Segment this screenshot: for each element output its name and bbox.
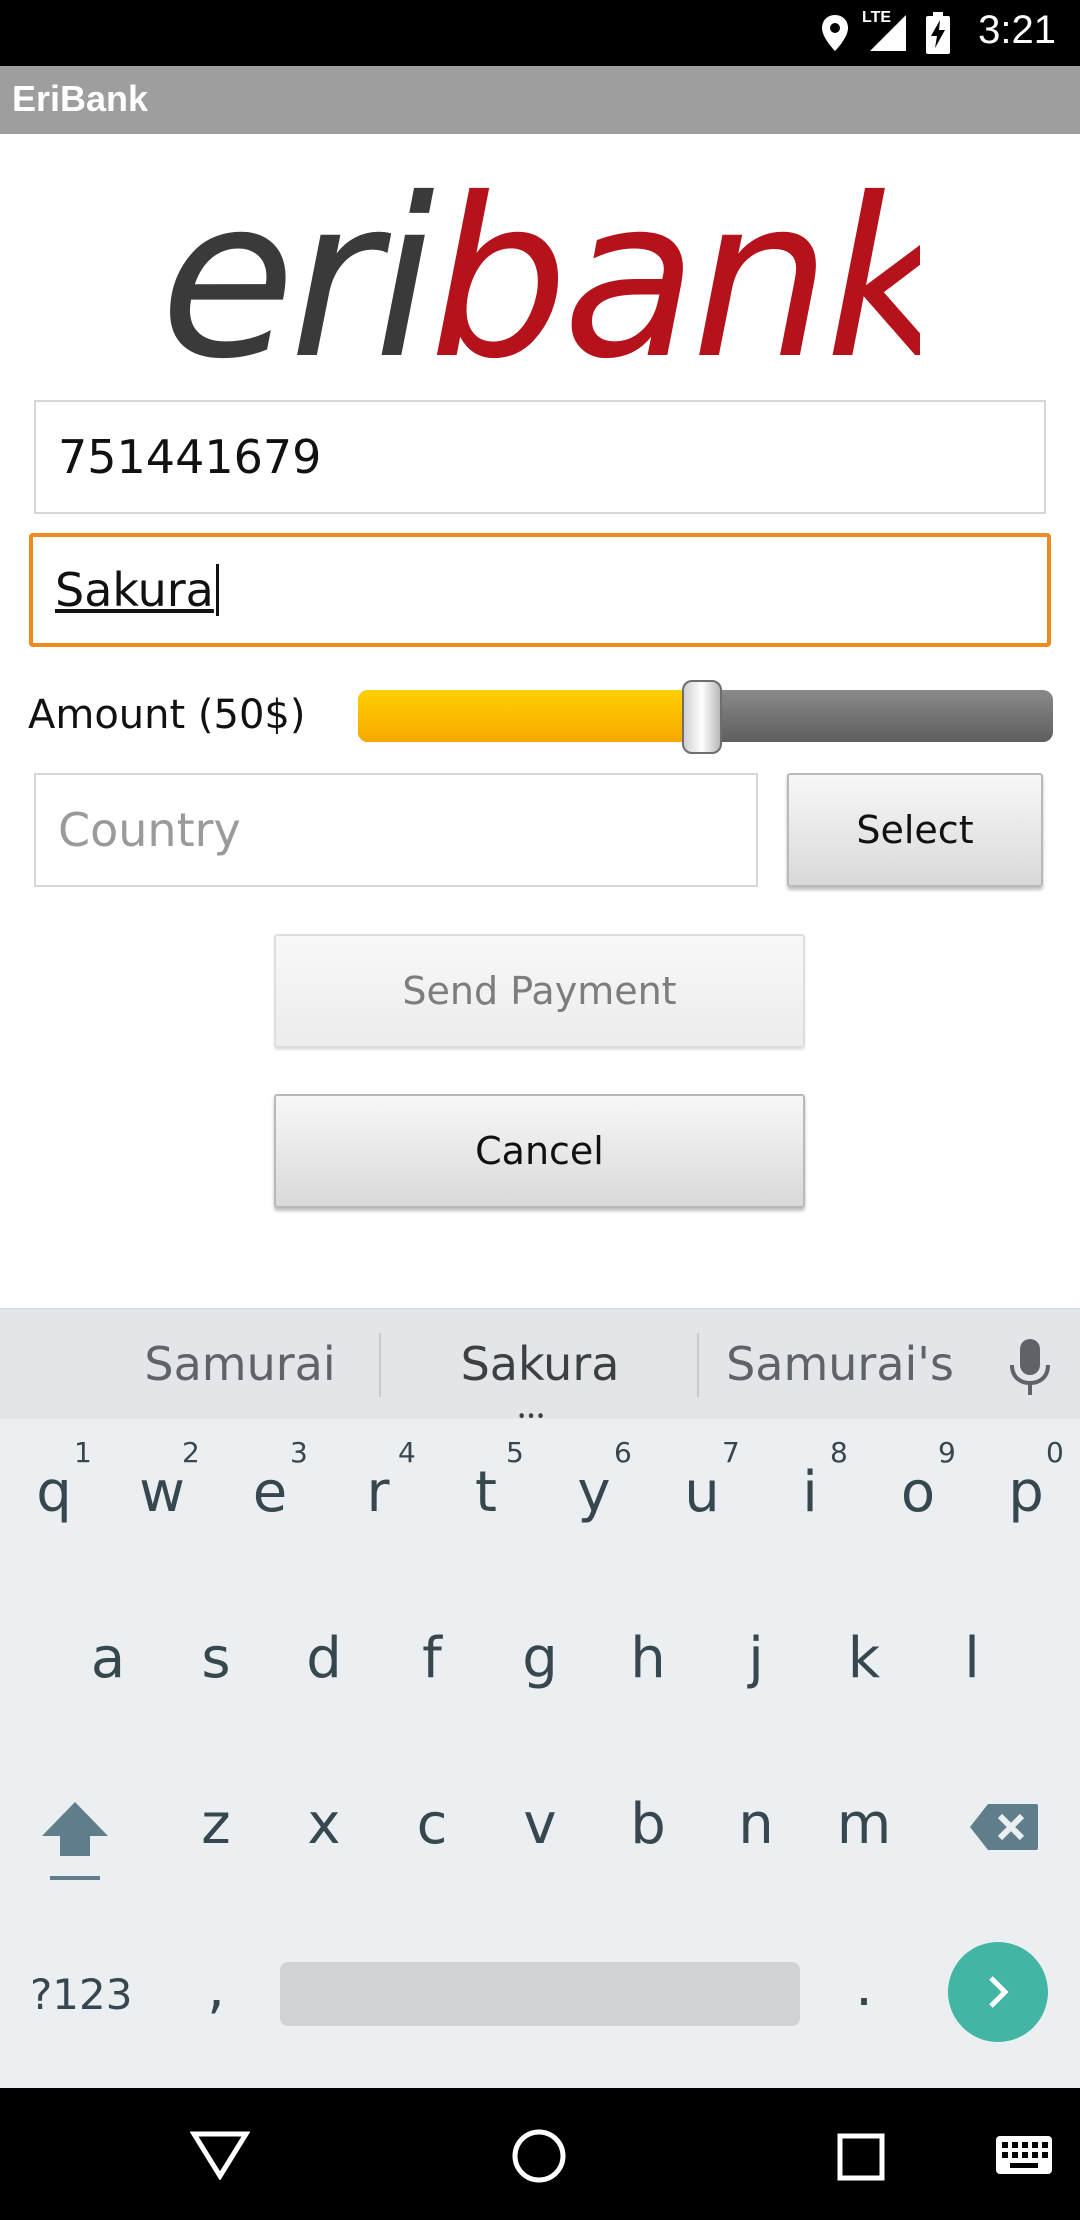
shift-icon[interactable] xyxy=(40,1798,110,1888)
phone-input-value: 751441679 xyxy=(58,430,322,484)
key-n[interactable]: n xyxy=(702,1792,810,1857)
slider-fill xyxy=(358,690,706,742)
phone-input[interactable]: 751441679 xyxy=(34,400,1046,514)
key-s[interactable]: s xyxy=(162,1626,270,1691)
suggestion-left[interactable]: Samurai xyxy=(90,1337,390,1391)
logo-text-eri: eri xyxy=(160,165,435,385)
enter-key[interactable] xyxy=(948,1942,1048,2042)
app-title: EriBank xyxy=(12,78,149,119)
key-w[interactable]: w xyxy=(108,1460,216,1525)
key-j[interactable]: j xyxy=(702,1626,810,1691)
chevron-right-icon xyxy=(989,1976,1009,2008)
key-h[interactable]: h xyxy=(594,1626,702,1691)
key-hint-6: 6 xyxy=(614,1436,632,1469)
key-z[interactable]: z xyxy=(162,1792,270,1857)
key-y[interactable]: y xyxy=(540,1460,648,1525)
period-key[interactable]: . xyxy=(810,1954,918,2019)
status-time: 3:21 xyxy=(978,8,1056,52)
name-input[interactable]: Sakura xyxy=(29,533,1051,647)
amount-slider[interactable] xyxy=(358,680,1053,754)
key-hint-7: 7 xyxy=(722,1436,740,1469)
key-u[interactable]: u xyxy=(648,1460,756,1525)
key-hint-4: 4 xyxy=(398,1436,416,1469)
key-f[interactable]: f xyxy=(378,1626,486,1691)
country-placeholder: Country xyxy=(58,803,241,857)
eribank-logo: eribank xyxy=(160,165,920,385)
key-v[interactable]: v xyxy=(486,1792,594,1857)
mic-icon[interactable] xyxy=(1008,1339,1052,1397)
name-input-value: Sakura xyxy=(55,563,214,617)
key-m[interactable]: m xyxy=(810,1792,918,1857)
location-icon xyxy=(822,15,848,51)
backspace-icon[interactable] xyxy=(968,1802,1040,1852)
suggestion-center[interactable]: Sakura xyxy=(390,1337,690,1391)
suggestion-divider xyxy=(379,1333,381,1397)
navigation-bar xyxy=(0,2088,1080,2220)
key-x[interactable]: x xyxy=(270,1792,378,1857)
select-button-label: Select xyxy=(856,808,974,852)
signal-icon: LTE xyxy=(862,9,908,53)
select-country-button[interactable]: Select xyxy=(787,773,1043,887)
country-input[interactable]: Country xyxy=(34,773,758,887)
key-hint-8: 8 xyxy=(830,1436,848,1469)
svg-text:eribank: eribank xyxy=(160,165,920,385)
network-type: LTE xyxy=(862,9,892,26)
key-b[interactable]: b xyxy=(594,1792,702,1857)
key-hint-2: 2 xyxy=(182,1436,200,1469)
keyboard-icon[interactable] xyxy=(996,2136,1052,2176)
cancel-button[interactable]: Cancel xyxy=(274,1094,805,1208)
suggestion-strip: Samurai Sakura ••• Samurai's xyxy=(0,1308,1080,1430)
space-key[interactable] xyxy=(280,1962,800,2026)
key-hint-1: 1 xyxy=(74,1436,92,1469)
key-hint-3: 3 xyxy=(290,1436,308,1469)
home-icon[interactable] xyxy=(511,2128,567,2184)
text-cursor xyxy=(215,564,219,616)
key-hint-0: 0 xyxy=(1046,1436,1064,1469)
key-k[interactable]: k xyxy=(810,1626,918,1691)
key-c[interactable]: c xyxy=(378,1792,486,1857)
key-q[interactable]: q xyxy=(0,1460,108,1525)
key-r[interactable]: r xyxy=(324,1460,432,1525)
comma-key[interactable]: , xyxy=(162,1956,270,2021)
key-t[interactable]: t xyxy=(432,1460,540,1525)
send-payment-label: Send Payment xyxy=(402,969,677,1013)
key-o[interactable]: o xyxy=(864,1460,972,1525)
app-bar: EriBank xyxy=(0,66,1080,134)
key-i[interactable]: i xyxy=(756,1460,864,1525)
key-d[interactable]: d xyxy=(270,1626,378,1691)
recents-icon[interactable] xyxy=(836,2132,886,2182)
key-e[interactable]: e xyxy=(216,1460,324,1525)
key-a[interactable]: a xyxy=(54,1626,162,1691)
battery-charging-icon xyxy=(926,12,950,54)
back-icon[interactable] xyxy=(190,2130,250,2180)
key-hint-5: 5 xyxy=(506,1436,524,1469)
status-icons: LTE xyxy=(820,9,950,54)
key-hint-9: 9 xyxy=(938,1436,956,1469)
logo-text-bank: bank xyxy=(429,165,920,385)
key-l[interactable]: l xyxy=(918,1626,1026,1691)
symbols-key[interactable]: ?123 xyxy=(30,1970,132,2019)
amount-label: Amount (50$) xyxy=(28,692,306,738)
key-g[interactable]: g xyxy=(486,1626,594,1691)
key-p[interactable]: p xyxy=(972,1460,1080,1525)
slider-thumb[interactable] xyxy=(682,680,722,754)
suggestion-right[interactable]: Samurai's xyxy=(690,1337,990,1391)
status-bar: LTE 3:21 xyxy=(0,0,1080,66)
more-suggestions-dots: ••• xyxy=(518,1405,547,1430)
cancel-label: Cancel xyxy=(475,1129,604,1173)
send-payment-button[interactable]: Send Payment xyxy=(274,934,805,1048)
